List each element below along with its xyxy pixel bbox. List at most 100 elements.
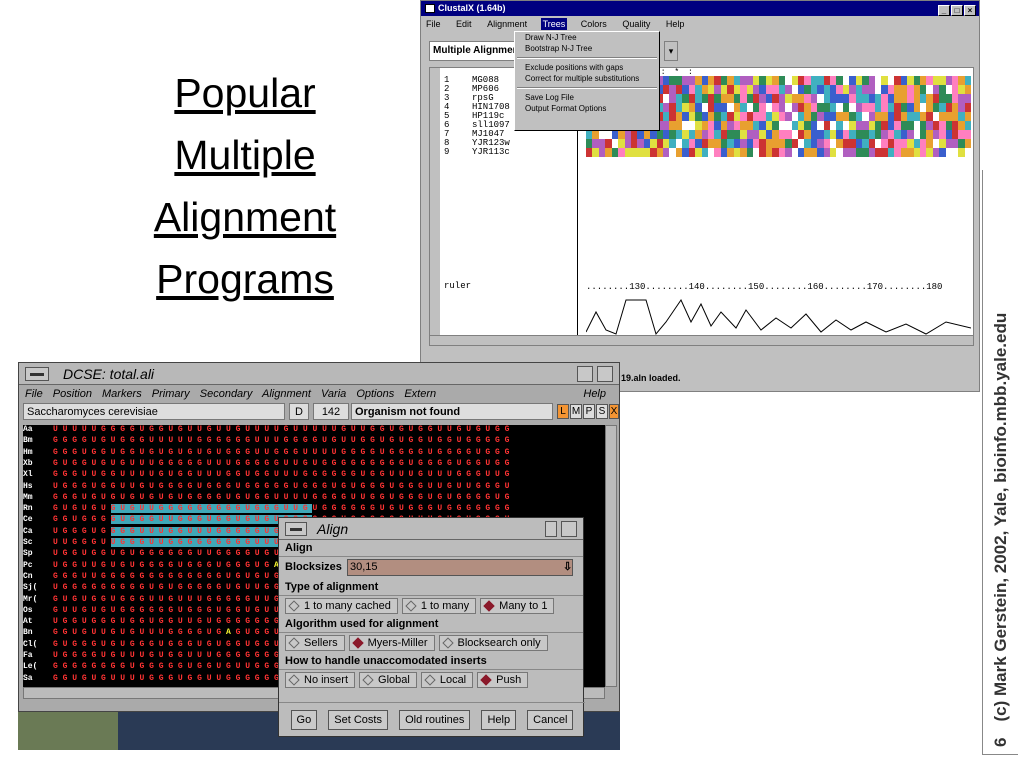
radio-on-icon: [483, 600, 495, 612]
radio-global[interactable]: Global: [359, 672, 417, 688]
align-title: Align: [317, 521, 349, 537]
menu-item-save-log[interactable]: Save Log File: [515, 92, 659, 103]
position-field: 142: [313, 403, 349, 420]
menu-item-exclude-gaps[interactable]: Exclude positions with gaps: [515, 62, 659, 73]
menu-help[interactable]: Help: [583, 385, 606, 403]
letter-button-s[interactable]: S: [596, 404, 608, 419]
set-costs-button[interactable]: Set Costs: [328, 709, 388, 730]
radio-off-icon: [288, 674, 300, 686]
radio-push[interactable]: Push: [477, 672, 529, 688]
radio-off-icon: [441, 637, 454, 649]
sequence-row[interactable]: Mm G G G U G U G U G U G U G U G G G G U …: [23, 493, 509, 503]
sequence-row[interactable]: Hs U G G G U G G U U G U G G G G U G G G …: [23, 482, 509, 492]
dcse-menubar: File Position Markers Primary Secondary …: [19, 385, 619, 403]
letter-button-m[interactable]: M: [570, 404, 582, 419]
clustalx-titlebar: ClustalX (1.64b) _ □ ×: [421, 1, 979, 16]
dcse-titlebar: DCSE: total.ali: [19, 363, 619, 385]
clustalx-title: ClustalX (1.64b): [438, 3, 506, 13]
window-menu-icon[interactable]: [25, 367, 49, 381]
menu-edit[interactable]: Edit: [454, 18, 474, 30]
menu-item-draw-nj-tree[interactable]: Draw N-J Tree: [515, 32, 659, 43]
chevron-down-icon[interactable]: ▾: [664, 41, 678, 61]
menu-separator: [517, 87, 657, 89]
go-button[interactable]: Go: [290, 709, 318, 730]
radio-1-to-many-cached[interactable]: 1 to many cached: [285, 598, 398, 614]
menu-file[interactable]: File: [25, 388, 43, 400]
minimize-icon[interactable]: [577, 366, 593, 382]
blocksizes-input[interactable]: 30,15: [347, 559, 573, 576]
close-icon[interactable]: ×: [964, 5, 976, 16]
menu-item-output-format[interactable]: Output Format Options: [515, 103, 659, 114]
radio-no-insert[interactable]: No insert: [285, 672, 356, 688]
quality-plot: [586, 298, 971, 336]
menu-alignment[interactable]: Alignment: [485, 18, 529, 30]
radio-many-to-1[interactable]: Many to 1: [480, 598, 555, 614]
radio-off-icon: [288, 600, 300, 612]
sequence-row[interactable]: 9 YJR113c: [444, 148, 510, 157]
blocksizes-row: Blocksizes 30,15 ⇩: [279, 557, 583, 579]
algo-options: Sellers Myers-Miller Blocksearch only: [279, 633, 583, 653]
ruler-label: ruler: [444, 281, 472, 291]
title-line: Alignment: [153, 194, 337, 240]
horizontal-scrollbar[interactable]: [429, 335, 974, 346]
radio-blocksearch-only[interactable]: Blocksearch only: [438, 635, 548, 651]
insert-options: No insert Global Local Push: [279, 670, 583, 690]
letter-button-p[interactable]: P: [583, 404, 595, 419]
sequence-row[interactable]: Bm G G G G U G U G G G U U U U U G G G G …: [23, 436, 509, 446]
menu-file[interactable]: File: [424, 18, 443, 30]
window-menu-icon[interactable]: [285, 522, 307, 536]
footer-bar: 6 (c) Mark Gerstein, 2002, Yale, bioinfo.…: [982, 170, 1018, 755]
radio-sellers[interactable]: Sellers: [285, 635, 345, 651]
download-icon[interactable]: ⇩: [563, 560, 573, 574]
menu-quality[interactable]: Quality: [620, 18, 652, 30]
vertical-scrollbar[interactable]: [605, 425, 617, 687]
menu-secondary[interactable]: Secondary: [200, 388, 253, 400]
credit-line: (c) Mark Gerstein, 2002, Yale, bioinfo.m…: [991, 312, 1010, 722]
minimize-icon[interactable]: _: [938, 5, 950, 16]
menu-options[interactable]: Options: [356, 388, 394, 400]
maximize-icon[interactable]: [597, 366, 613, 382]
status-text: 19.aln loaded.: [621, 373, 681, 383]
menu-colors[interactable]: Colors: [579, 18, 609, 30]
radio-local[interactable]: Local: [420, 672, 474, 688]
radio-off-icon: [424, 674, 436, 686]
dcse-title: DCSE: total.ali: [63, 366, 155, 382]
blocksizes-label: Blocksizes: [285, 561, 342, 573]
radio-on-icon: [480, 674, 492, 686]
menu-markers[interactable]: Markers: [102, 388, 142, 400]
menu-item-bootstrap-nj-tree[interactable]: Bootstrap N-J Tree: [515, 43, 659, 54]
sequence-row[interactable]: Aa U U U U U G G G G U G G U G U U G U U …: [23, 425, 509, 435]
maximize-icon[interactable]: □: [951, 5, 963, 16]
old-routines-button[interactable]: Old routines: [399, 709, 471, 730]
radio-off-icon: [405, 600, 417, 612]
sequence-row[interactable]: Xb G U G G U G U G U U U G G G G G U U U …: [23, 459, 509, 469]
align-dialog: Align Align Blocksizes 30,15 ⇩ Type of a…: [278, 517, 585, 737]
cancel-button[interactable]: Cancel: [527, 709, 574, 730]
clustalx-window: ClustalX (1.64b) _ □ × File Edit Alignment…: [420, 0, 980, 392]
menu-alignment[interactable]: Alignment: [262, 388, 311, 400]
menu-separator: [517, 57, 657, 59]
menu-varia[interactable]: Varia: [321, 388, 346, 400]
sequence-row[interactable]: Hm G G G U G G U G G U G U G U G U G U G …: [23, 448, 509, 458]
alignment-pane: 1 MG088 2 MP606 3 rpsG 4 HIN1708 5 HP119c 6 sll1097…: [429, 67, 974, 345]
radio-1-to-many[interactable]: 1 to many: [401, 598, 477, 614]
type-options: 1 to many cached 1 to many Many to 1: [279, 596, 583, 616]
organism-field[interactable]: Saccharomyces cerevisiae: [23, 403, 285, 420]
maximize-icon[interactable]: [561, 521, 577, 537]
radio-myers-miller[interactable]: Myers-Miller: [348, 635, 435, 651]
credit-text: 6 (c) Mark Gerstein, 2002, Yale, bioinfo.…: [983, 170, 1019, 755]
dialog-buttons: Go Set Costs Old routines Help Cancel: [279, 702, 585, 736]
menu-help[interactable]: Help: [664, 18, 687, 30]
radio-on-icon: [351, 637, 364, 649]
help-button[interactable]: Help: [481, 709, 517, 730]
menu-item-correct-substitutions[interactable]: Correct for multiple substitutions: [515, 73, 659, 84]
menu-extern[interactable]: Extern: [404, 388, 436, 400]
menu-primary[interactable]: Primary: [152, 388, 190, 400]
sequence-row[interactable]: Xl G G G U U G G U U U U G U G G U U U G …: [23, 470, 509, 480]
menu-trees[interactable]: Trees: [540, 18, 568, 30]
letter-button-l[interactable]: L: [557, 404, 569, 419]
sequence-row[interactable]: Rn G U G U G U G U G U U G G G G G G G G …: [23, 504, 509, 514]
menu-position[interactable]: Position: [53, 388, 92, 400]
minimize-icon[interactable]: [545, 521, 557, 537]
letter-button-x[interactable]: X: [609, 404, 619, 419]
